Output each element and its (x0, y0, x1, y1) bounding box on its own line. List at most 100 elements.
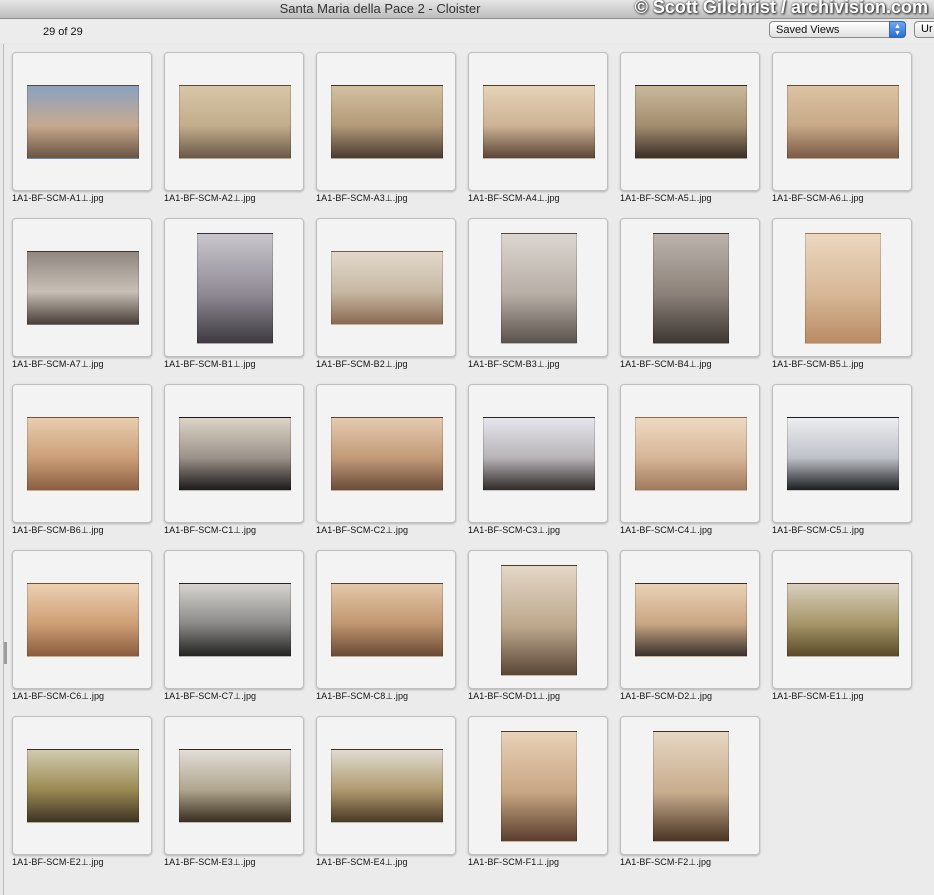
thumbnail-image[interactable] (27, 251, 139, 325)
thumbnail-filename: 1A1-BF-SCM-A6⊥.jpg (772, 193, 864, 203)
thumbnail-item[interactable]: 1A1-BF-SCM-B4⊥.jpg (620, 218, 760, 384)
thumbnail-item[interactable]: 1A1-BF-SCM-A6⊥.jpg (772, 52, 912, 218)
thumbnail-item[interactable]: 1A1-BF-SCM-E3⊥.jpg (164, 716, 304, 882)
thumbnail-item[interactable]: 1A1-BF-SCM-A4⊥.jpg (468, 52, 608, 218)
saved-views-select[interactable]: Saved Views ▲ ▼ (769, 21, 906, 38)
thumbnail-frame[interactable] (772, 52, 912, 191)
thumbnail-image[interactable] (635, 417, 747, 491)
thumbnail-item[interactable]: 1A1-BF-SCM-C8⊥.jpg (316, 550, 456, 716)
thumbnail-image[interactable] (787, 417, 899, 491)
thumbnail-frame[interactable] (772, 218, 912, 357)
thumbnail-image[interactable] (27, 85, 139, 159)
thumbnail-item[interactable]: 1A1-BF-SCM-B1⊥.jpg (164, 218, 304, 384)
thumbnail-item[interactable]: 1A1-BF-SCM-C3⊥.jpg (468, 384, 608, 550)
thumbnail-image[interactable] (179, 583, 291, 657)
thumbnail-frame[interactable] (12, 218, 152, 357)
thumbnail-frame[interactable] (164, 384, 304, 523)
thumbnail-frame[interactable] (772, 550, 912, 689)
thumbnail-frame[interactable] (316, 550, 456, 689)
thumbnail-frame[interactable] (12, 550, 152, 689)
thumbnail-image[interactable] (27, 417, 139, 491)
thumbnail-item[interactable]: 1A1-BF-SCM-F1⊥.jpg (468, 716, 608, 882)
thumbnail-frame[interactable] (620, 716, 760, 855)
thumbnail-frame[interactable] (620, 52, 760, 191)
thumbnail-frame[interactable] (620, 550, 760, 689)
thumbnail-frame[interactable] (12, 716, 152, 855)
thumbnail-filename: 1A1-BF-SCM-B6⊥.jpg (12, 525, 104, 535)
thumbnail-filename: 1A1-BF-SCM-A4⊥.jpg (468, 193, 560, 203)
thumbnail-item[interactable]: 1A1-BF-SCM-F2⊥.jpg (620, 716, 760, 882)
thumbnail-grid[interactable]: 1A1-BF-SCM-A1⊥.jpg 1A1-BF-SCM-A2⊥.jpg 1A1-… (3, 44, 934, 895)
thumbnail-image[interactable] (331, 251, 443, 325)
thumbnail-frame[interactable] (620, 218, 760, 357)
thumbnail-item[interactable]: 1A1-BF-SCM-B5⊥.jpg (772, 218, 912, 384)
thumbnail-item[interactable]: 1A1-BF-SCM-D2⊥.jpg (620, 550, 760, 716)
thumbnail-item[interactable]: 1A1-BF-SCM-A5⊥.jpg (620, 52, 760, 218)
thumbnail-frame[interactable] (164, 52, 304, 191)
thumbnail-image[interactable] (787, 85, 899, 159)
scroll-handle[interactable] (4, 642, 7, 664)
thumbnail-image[interactable] (27, 749, 139, 823)
thumbnail-filename: 1A1-BF-SCM-C5⊥.jpg (772, 525, 865, 535)
thumbnail-frame[interactable] (164, 218, 304, 357)
thumbnail-item[interactable]: 1A1-BF-SCM-A3⊥.jpg (316, 52, 456, 218)
thumbnail-image[interactable] (787, 583, 899, 657)
thumbnail-filename: 1A1-BF-SCM-B2⊥.jpg (316, 359, 408, 369)
thumbnail-item[interactable]: 1A1-BF-SCM-E4⊥.jpg (316, 716, 456, 882)
thumbnail-frame[interactable] (468, 550, 608, 689)
thumbnail-item[interactable]: 1A1-BF-SCM-A7⊥.jpg (12, 218, 152, 384)
thumbnail-image[interactable] (501, 731, 577, 842)
thumbnail-frame[interactable] (316, 218, 456, 357)
thumbnail-frame[interactable] (316, 384, 456, 523)
thumbnail-item[interactable]: 1A1-BF-SCM-B2⊥.jpg (316, 218, 456, 384)
thumbnail-frame[interactable] (468, 716, 608, 855)
thumbnail-image[interactable] (805, 233, 881, 344)
thumbnail-frame[interactable] (164, 716, 304, 855)
thumbnail-frame[interactable] (468, 384, 608, 523)
thumbnail-item[interactable]: 1A1-BF-SCM-C7⊥.jpg (164, 550, 304, 716)
thumbnail-image[interactable] (501, 565, 577, 676)
thumbnail-frame[interactable] (620, 384, 760, 523)
thumbnail-image[interactable] (179, 749, 291, 823)
thumbnail-image[interactable] (331, 417, 443, 491)
thumbnail-item[interactable]: 1A1-BF-SCM-C5⊥.jpg (772, 384, 912, 550)
thumbnail-frame[interactable] (12, 52, 152, 191)
thumbnail-image[interactable] (331, 583, 443, 657)
thumbnail-frame[interactable] (468, 52, 608, 191)
thumbnail-item[interactable]: 1A1-BF-SCM-A2⊥.jpg (164, 52, 304, 218)
thumbnail-item[interactable]: 1A1-BF-SCM-C1⊥.jpg (164, 384, 304, 550)
thumbnail-image[interactable] (501, 233, 577, 344)
toolbar-extra-button[interactable]: Ur (914, 21, 934, 38)
thumbnail-image[interactable] (653, 233, 729, 344)
thumbnail-item[interactable]: 1A1-BF-SCM-E1⊥.jpg (772, 550, 912, 716)
thumbnail-frame[interactable] (316, 52, 456, 191)
thumbnail-image[interactable] (27, 583, 139, 657)
thumbnail-image[interactable] (179, 417, 291, 491)
thumbnail-image[interactable] (653, 731, 729, 842)
thumbnail-image[interactable] (197, 233, 273, 344)
thumbnail-frame[interactable] (12, 384, 152, 523)
window-titlebar[interactable]: Santa Maria della Pace 2 - Cloister © Sc… (0, 0, 934, 19)
thumbnail-image[interactable] (483, 85, 595, 159)
thumbnail-item[interactable]: 1A1-BF-SCM-C6⊥.jpg (12, 550, 152, 716)
thumbnail-filename: 1A1-BF-SCM-C3⊥.jpg (468, 525, 561, 535)
thumbnail-frame[interactable] (772, 384, 912, 523)
thumbnail-item[interactable]: 1A1-BF-SCM-C2⊥.jpg (316, 384, 456, 550)
thumbnail-item[interactable]: 1A1-BF-SCM-B3⊥.jpg (468, 218, 608, 384)
thumbnail-image[interactable] (331, 85, 443, 159)
thumbnail-image[interactable] (635, 583, 747, 657)
thumbnail-image[interactable] (635, 85, 747, 159)
thumbnail-item[interactable]: 1A1-BF-SCM-C4⊥.jpg (620, 384, 760, 550)
thumbnail-image[interactable] (331, 749, 443, 823)
thumbnail-filename: 1A1-BF-SCM-D2⊥.jpg (620, 691, 713, 701)
thumbnail-frame[interactable] (468, 218, 608, 357)
thumbnail-image[interactable] (179, 85, 291, 159)
thumbnail-frame[interactable] (164, 550, 304, 689)
thumbnail-image[interactable] (483, 417, 595, 491)
thumbnail-item[interactable]: 1A1-BF-SCM-E2⊥.jpg (12, 716, 152, 882)
thumbnail-frame[interactable] (316, 716, 456, 855)
thumbnail-filename: 1A1-BF-SCM-B1⊥.jpg (164, 359, 256, 369)
thumbnail-item[interactable]: 1A1-BF-SCM-D1⊥.jpg (468, 550, 608, 716)
thumbnail-item[interactable]: 1A1-BF-SCM-A1⊥.jpg (12, 52, 152, 218)
thumbnail-item[interactable]: 1A1-BF-SCM-B6⊥.jpg (12, 384, 152, 550)
